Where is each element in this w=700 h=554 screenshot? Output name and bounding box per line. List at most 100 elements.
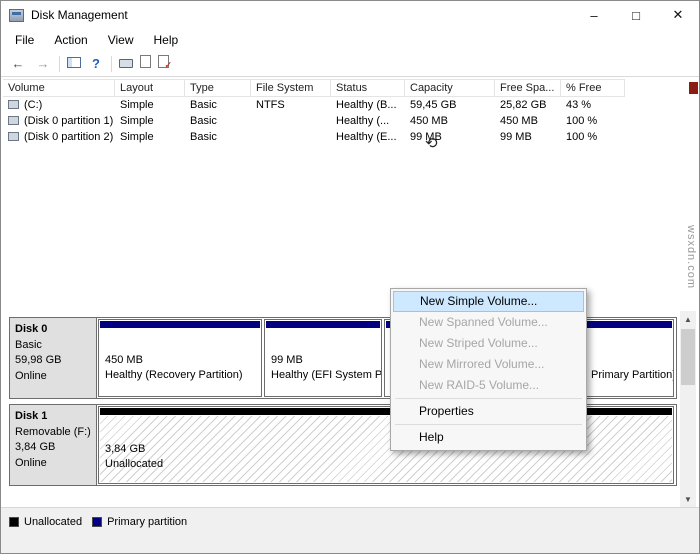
cell-layout: Simple xyxy=(120,99,154,111)
scrollbar-thumb[interactable] xyxy=(681,329,695,385)
header-layout[interactable]: Layout xyxy=(115,80,185,97)
disk-icon[interactable] xyxy=(119,55,133,73)
cell-freespace: 450 MB xyxy=(500,115,538,127)
cell-freespace: 25,82 GB xyxy=(500,99,547,111)
properties-icon[interactable] xyxy=(140,54,151,73)
menu-view[interactable]: View xyxy=(98,30,144,50)
menu-help[interactable]: Help xyxy=(144,30,189,50)
cell-type: Basic xyxy=(190,115,217,127)
app-icon[interactable] xyxy=(9,8,24,22)
disk0-label[interactable]: Disk 0 Basic 59,98 GB Online xyxy=(10,318,97,398)
partition-stripe xyxy=(100,321,260,328)
unallocated-size: 3,84 GB xyxy=(105,443,146,455)
menu-item-new-raid5-volume: New RAID-5 Volume... xyxy=(419,378,540,392)
header-freespace[interactable]: Free Spa... xyxy=(495,80,561,97)
header-filesystem[interactable]: File System xyxy=(251,80,331,97)
cell-pctfree: 100 % xyxy=(566,131,598,143)
header-type[interactable]: Type xyxy=(185,80,251,97)
header-status[interactable]: Status xyxy=(331,80,405,97)
cell-type: Basic xyxy=(190,99,217,111)
disk1-label[interactable]: Disk 1 Removable (F:) 3,84 GB Online xyxy=(10,405,97,485)
disk1-name: Disk 1 xyxy=(15,410,48,422)
menu-separator xyxy=(395,424,582,425)
cell-volume: (Disk 0 partition 2) xyxy=(3,131,115,143)
volume-icon xyxy=(8,132,19,141)
menu-item-new-striped-volume: New Striped Volume... xyxy=(419,336,538,350)
cell-status: Healthy (... xyxy=(336,115,390,127)
header-volume[interactable]: Volume xyxy=(3,80,115,97)
window-title: Disk Management xyxy=(31,8,128,22)
partition-status: Primary Partition) xyxy=(591,369,674,381)
disk0-size: 59,98 GB xyxy=(15,354,62,367)
partition-status: Healthy (EFI System Pa xyxy=(271,369,382,381)
scroll-down-icon[interactable]: ▼ xyxy=(680,491,696,507)
cell-status: Healthy (B... xyxy=(336,99,397,111)
forward-icon[interactable]: → xyxy=(34,56,52,71)
disk0-track: 450 MB Healthy (Recovery Partition) 99 M… xyxy=(97,318,676,398)
disk1-state: Online xyxy=(15,456,47,469)
menu-action[interactable]: Action xyxy=(44,30,97,50)
help-icon[interactable]: ? xyxy=(88,56,104,71)
table-row[interactable]: (Disk 0 partition 2) Simple Basic Health… xyxy=(3,129,625,145)
partition-size: 450 MB xyxy=(105,354,143,366)
volume-name: (Disk 0 partition 1) xyxy=(24,115,114,127)
vertical-scrollbar[interactable]: ▲ ▼ xyxy=(680,311,696,507)
disk0-name: Disk 0 xyxy=(15,323,48,335)
menu-item-new-simple-volume[interactable]: New Simple Volume... xyxy=(393,291,584,312)
task-check-icon[interactable] xyxy=(158,54,172,73)
scroll-up-icon[interactable]: ▲ xyxy=(680,311,696,327)
table-row[interactable]: (C:) Simple Basic NTFS Healthy (B... 59,… xyxy=(3,97,625,113)
disk-management-window: Disk Management – □ ✕ File Action View H… xyxy=(0,0,700,554)
volume-icon xyxy=(8,116,19,125)
toolbar-separator xyxy=(111,55,112,72)
cell-type: Basic xyxy=(190,131,217,143)
disk1-unallocated-region[interactable]: 3,84 GB Unallocated xyxy=(98,406,674,484)
table-row[interactable]: (Disk 0 partition 1) Simple Basic Health… xyxy=(3,113,625,129)
busy-cursor-icon: ⟲ xyxy=(425,135,438,152)
disk0-partition-efi[interactable]: 99 MB Healthy (EFI System Pa xyxy=(264,319,382,397)
disk1-size: 3,84 GB xyxy=(15,441,56,454)
cell-freespace: 99 MB xyxy=(500,131,532,143)
legend-primary-label: Primary partition xyxy=(107,516,188,528)
legend: Unallocated Primary partition xyxy=(9,516,187,528)
partition-stripe xyxy=(266,321,380,328)
minimize-button[interactable]: – xyxy=(573,1,615,29)
disk1-track: 3,84 GB Unallocated xyxy=(97,405,676,485)
header-pctfree[interactable]: % Free xyxy=(561,80,625,97)
cell-volume: (C:) xyxy=(3,99,115,111)
doc-glyph xyxy=(140,54,151,68)
legend-unallocated: Unallocated xyxy=(9,516,82,528)
legend-unallocated-label: Unallocated xyxy=(24,516,83,528)
partition-size: 99 MB xyxy=(271,354,303,366)
cell-status: Healthy (E... xyxy=(336,131,397,143)
menu-item-help[interactable]: Help xyxy=(393,427,584,448)
legend-primary-partition: Primary partition xyxy=(92,516,187,528)
maximize-button[interactable]: □ xyxy=(615,1,657,29)
cell-capacity: 99 MB xyxy=(410,131,442,143)
menu-item-new-mirrored-volume: New Mirrored Volume... xyxy=(419,357,545,371)
header-capacity[interactable]: Capacity xyxy=(405,80,495,97)
disk0-kind: Basic xyxy=(15,338,42,351)
menu-item-properties[interactable]: Properties xyxy=(393,401,584,422)
titlebar: Disk Management – □ ✕ xyxy=(1,1,699,29)
cell-layout: Simple xyxy=(120,115,154,127)
volume-list-header: Volume Layout Type File System Status Ca… xyxy=(3,79,625,97)
cell-pctfree: 100 % xyxy=(566,115,598,127)
back-icon[interactable]: ← xyxy=(9,56,27,71)
console-tree-glyph xyxy=(67,56,81,68)
console-tree-icon[interactable] xyxy=(67,55,81,73)
disk0-partition-recovery[interactable]: 450 MB Healthy (Recovery Partition) xyxy=(98,319,262,397)
cell-capacity: 450 MB xyxy=(410,115,448,127)
close-button[interactable]: ✕ xyxy=(657,1,699,29)
menu-file[interactable]: File xyxy=(5,30,44,50)
menu-separator xyxy=(395,398,582,399)
menu-item-new-spanned-volume: New Spanned Volume... xyxy=(419,315,548,329)
cell-filesystem: NTFS xyxy=(256,99,285,111)
toolbar-separator xyxy=(59,55,60,72)
volume-name: (C:) xyxy=(24,99,43,111)
window-controls: – □ ✕ xyxy=(573,1,699,29)
primary-partition-swatch-icon xyxy=(92,517,103,527)
red-marker-icon xyxy=(689,82,698,94)
cell-pctfree: 43 % xyxy=(566,99,592,111)
unallocated-swatch-icon xyxy=(9,517,19,527)
